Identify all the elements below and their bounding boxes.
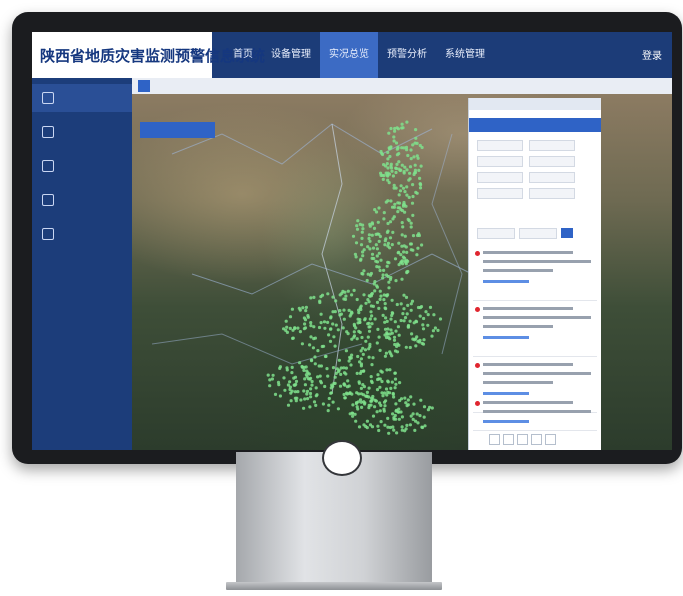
alert-item[interactable] [473, 398, 597, 431]
tab-current[interactable] [138, 80, 150, 92]
alert-item[interactable] [473, 248, 597, 301]
sidebar-item-2[interactable] [32, 118, 132, 146]
page-button[interactable] [517, 434, 528, 445]
monitor-stand-base [226, 582, 442, 590]
filter-field[interactable] [519, 228, 557, 239]
tab-bar [132, 78, 672, 94]
main-nav: 首页 设备管理 实况总览 预警分析 系统管理 [224, 32, 494, 78]
nav-live-overview[interactable]: 实况总览 [320, 32, 378, 78]
alert-icon [475, 363, 480, 368]
sidebar-item-3[interactable] [32, 152, 132, 180]
sidebar-item-5[interactable] [32, 220, 132, 248]
sidebar [32, 78, 132, 450]
filter-field[interactable] [529, 172, 575, 183]
document-icon [42, 228, 54, 240]
alert-panel [468, 98, 601, 450]
login-link[interactable]: 登录 [642, 47, 662, 62]
settings-icon [42, 160, 54, 172]
top-navigation-bar: 陕西省地质灾害监测预警信息系统 首页 设备管理 实况总览 预警分析 系统管理 登… [32, 32, 672, 78]
pagination [489, 434, 593, 445]
alert-icon [475, 401, 480, 406]
monitor-icon [42, 92, 54, 104]
page-button[interactable] [489, 434, 500, 445]
filter-field[interactable] [529, 140, 575, 151]
filter-field[interactable] [477, 228, 515, 239]
page-button[interactable] [531, 434, 542, 445]
page-button[interactable] [545, 434, 556, 445]
filter-field[interactable] [477, 140, 523, 151]
layer-icon [42, 126, 54, 138]
nav-home[interactable]: 首页 [224, 32, 262, 78]
alert-item[interactable] [473, 304, 597, 357]
filter-field[interactable] [529, 156, 575, 167]
filter-field[interactable] [477, 188, 523, 199]
monitor-bezel: 陕西省地质灾害监测预警信息系统 首页 设备管理 实况总览 预警分析 系统管理 登… [12, 12, 682, 464]
screen: 陕西省地质灾害监测预警信息系统 首页 设备管理 实况总览 预警分析 系统管理 登… [32, 32, 672, 450]
nav-device-management[interactable]: 设备管理 [262, 32, 320, 78]
sidebar-item-4[interactable] [32, 186, 132, 214]
nav-system-management[interactable]: 系统管理 [436, 32, 494, 78]
nav-warning-analysis[interactable]: 预警分析 [378, 32, 436, 78]
filter-field[interactable] [477, 172, 523, 183]
cable-hole [322, 440, 362, 476]
map-layer-button[interactable] [140, 122, 215, 138]
app-title-block: 陕西省地质灾害监测预警信息系统 [32, 32, 265, 78]
panel-tabs[interactable] [469, 98, 601, 110]
chart-icon [42, 194, 54, 206]
filter-field[interactable] [529, 188, 575, 199]
alert-icon [475, 251, 480, 256]
panel-header [469, 118, 601, 132]
filter-field[interactable] [477, 156, 523, 167]
sidebar-item-1[interactable] [32, 84, 132, 112]
search-icon[interactable] [561, 228, 573, 238]
alert-icon [475, 307, 480, 312]
page-button[interactable] [503, 434, 514, 445]
